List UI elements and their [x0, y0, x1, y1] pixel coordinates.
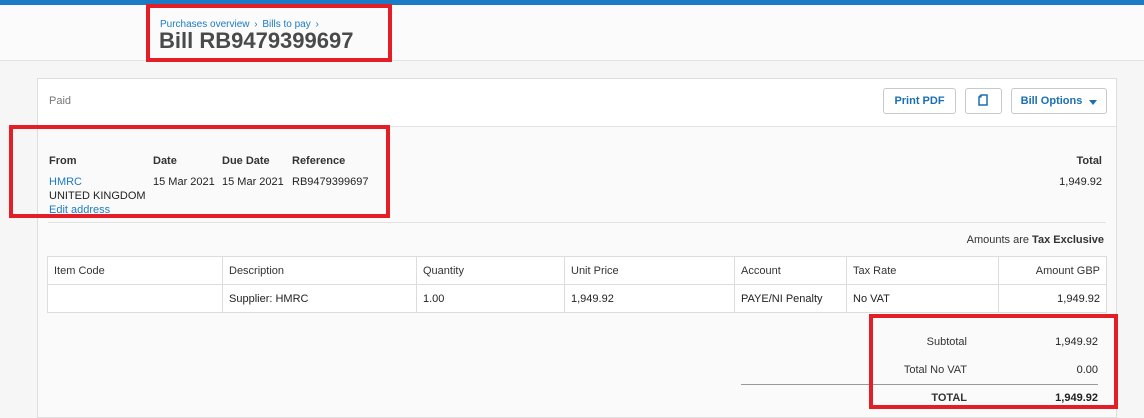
col-amount: Amount GBP: [998, 256, 1107, 285]
subtotal-label: Subtotal: [926, 336, 967, 348]
cell-item-code: [47, 284, 223, 313]
cell-amount: 1,949.92: [998, 284, 1107, 313]
print-pdf-label: Print PDF: [894, 95, 945, 107]
col-tax-rate: Tax Rate: [846, 256, 999, 285]
cell-unit-price: 1,949.92: [564, 284, 735, 313]
grand-total-value: 1,949.92: [1055, 392, 1098, 404]
total-label: Total: [1076, 155, 1102, 167]
col-description: Description: [222, 256, 417, 285]
due-date-label: Due Date: [222, 155, 270, 167]
reference-label: Reference: [292, 155, 346, 167]
document-copy-icon: [977, 94, 990, 108]
table-row[interactable]: Supplier: HMRC 1.00 1,949.92 PAYE/NI Pen…: [47, 284, 1107, 313]
grand-total-label: TOTAL: [931, 392, 967, 404]
edit-address-link[interactable]: Edit address: [49, 204, 110, 216]
copy-button[interactable]: [965, 88, 1002, 114]
bill-card: Paid Print PDF Bill Options From HMRC UN…: [37, 78, 1117, 418]
print-pdf-button[interactable]: Print PDF: [883, 88, 956, 114]
cell-tax-rate: No VAT: [846, 284, 999, 313]
amounts-prefix: Amounts are: [966, 234, 1029, 246]
bill-toolbar: Paid Print PDF Bill Options: [38, 79, 1116, 127]
cell-quantity: 1.00: [416, 284, 565, 313]
page-title: Bill RB9479399697: [159, 28, 354, 53]
from-contact-link[interactable]: HMRC: [49, 176, 82, 188]
amounts-tax-note: Amounts are Tax Exclusive: [967, 234, 1104, 246]
totals-divider: [741, 384, 1098, 385]
col-item-code: Item Code: [47, 256, 223, 285]
col-quantity: Quantity: [416, 256, 565, 285]
from-country: UNITED KINGDOM: [49, 190, 146, 202]
date-value: 15 Mar 2021: [153, 176, 215, 188]
due-date-value: 15 Mar 2021: [222, 176, 284, 188]
table-header-row: Item Code Description Quantity Unit Pric…: [47, 256, 1107, 285]
col-account: Account: [734, 256, 847, 285]
reference-value: RB9479399697: [292, 176, 369, 188]
chevron-down-icon: [1089, 99, 1098, 105]
date-label: Date: [153, 155, 177, 167]
vat-label: Total No VAT: [903, 364, 967, 376]
status-label: Paid: [49, 95, 72, 107]
tax-mode[interactable]: Tax Exclusive: [1032, 234, 1104, 246]
divider: [48, 222, 1106, 223]
cell-description: Supplier: HMRC: [222, 284, 417, 313]
vat-value: 0.00: [1076, 364, 1098, 376]
col-unit-price: Unit Price: [564, 256, 735, 285]
bill-options-label: Bill Options: [1020, 95, 1083, 107]
bill-options-button[interactable]: Bill Options: [1011, 88, 1107, 114]
total-value: 1,949.92: [1059, 176, 1102, 188]
subtotal-value: 1,949.92: [1055, 336, 1098, 348]
line-items-table: Item Code Description Quantity Unit Pric…: [47, 256, 1107, 313]
from-label: From: [49, 155, 77, 167]
page-header: Purchases overview › Bills to pay › Bill…: [0, 5, 1144, 61]
cell-account: PAYE/NI Penalty: [734, 284, 847, 313]
